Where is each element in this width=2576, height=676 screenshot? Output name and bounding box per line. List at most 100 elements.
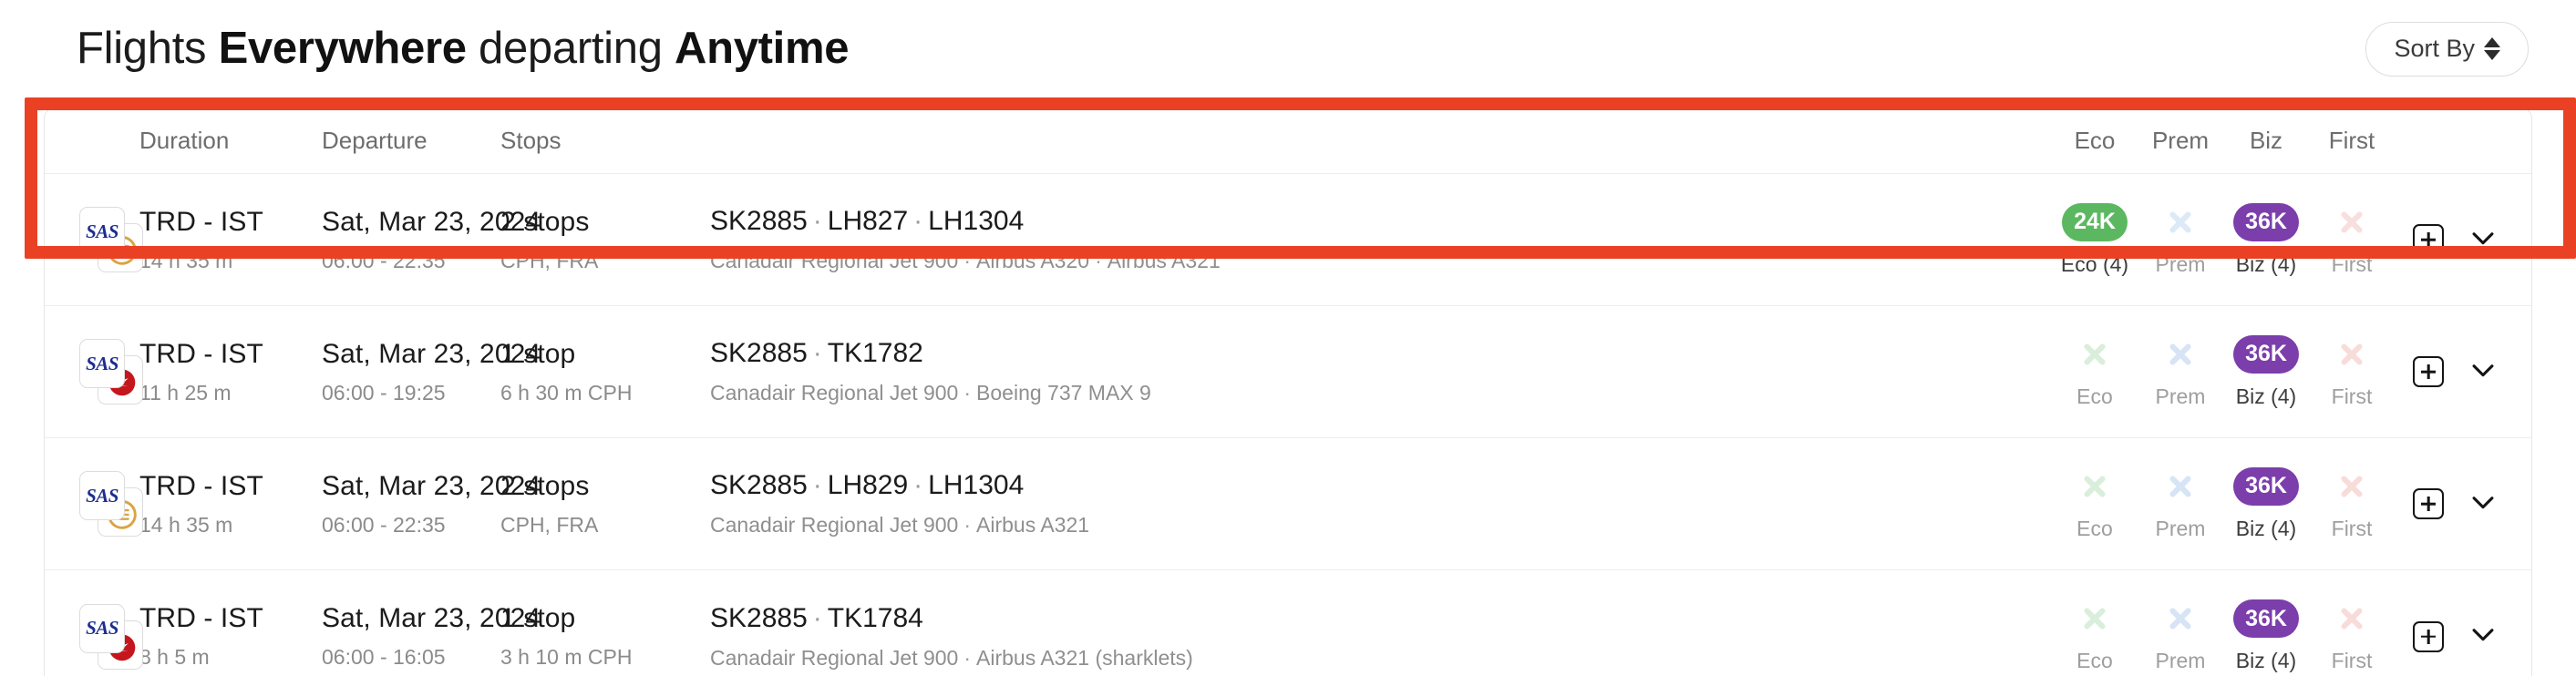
flight-number: SK2885 bbox=[710, 338, 808, 368]
airline-logos: SAS bbox=[45, 339, 143, 405]
sort-by-button[interactable]: Sort By bbox=[2365, 21, 2529, 77]
aircraft-type: Canadair Regional Jet 900 bbox=[710, 513, 959, 537]
cabin-eco[interactable]: 24K Eco (4) bbox=[2052, 202, 2138, 277]
chevron-down-icon[interactable] bbox=[2468, 487, 2499, 522]
cabin-label: First bbox=[2331, 251, 2373, 276]
flight-number: SK2885 bbox=[710, 602, 808, 633]
cabin-biz[interactable]: 36K Biz (4) bbox=[2223, 202, 2309, 277]
airline-logos: SAS bbox=[45, 207, 143, 272]
stops-count-cell: 2 stops CPH, FRA bbox=[500, 207, 710, 273]
header-first: First bbox=[2328, 127, 2375, 154]
stops-detail: CPH, FRA bbox=[500, 248, 599, 272]
table-row[interactable]: SAS TRD - IST 14 h 35 m Sat, Mar 23, 2024 06… bbox=[45, 438, 2531, 570]
cabin-unavailable-x-icon bbox=[2161, 203, 2200, 241]
cabin-group: Eco Prem 36K Biz (4) First bbox=[2052, 466, 2395, 541]
table-row[interactable]: SAS TRD - IST 14 h 35 m Sat, Mar 23, 2024 06… bbox=[45, 174, 2531, 306]
cabin-label: Biz (4) bbox=[2235, 516, 2297, 540]
cabin-price-badge[interactable]: 24K bbox=[2062, 202, 2128, 241]
flight-number: LH827 bbox=[827, 206, 909, 236]
plus-square-icon[interactable] bbox=[2413, 620, 2444, 652]
row-actions bbox=[2395, 487, 2531, 522]
plus-square-icon[interactable] bbox=[2413, 224, 2444, 255]
table-row[interactable]: SAS TRD - IST 8 h 5 m Sat, Mar 23, 2024 06:0… bbox=[45, 570, 2531, 676]
cabin-unavailable-x-icon bbox=[2076, 467, 2114, 506]
cabin-price-badge[interactable]: 36K bbox=[2233, 334, 2299, 374]
table-row[interactable]: SAS TRD - IST 11 h 25 m Sat, Mar 23, 2024 06… bbox=[45, 306, 2531, 438]
cabin-biz[interactable]: 36K Biz (4) bbox=[2223, 599, 2309, 673]
cabin-unavailable-x-icon bbox=[2333, 467, 2371, 506]
separator-dot: · bbox=[913, 470, 923, 500]
route-cell: TRD - IST 14 h 35 m bbox=[139, 471, 322, 538]
cabin-price-badge[interactable]: 36K bbox=[2233, 202, 2299, 241]
cabin-label: Prem bbox=[2155, 251, 2206, 276]
cabin-label: Biz (4) bbox=[2235, 251, 2297, 276]
separator-dot: · bbox=[812, 338, 822, 368]
departure-date: Sat, Mar 23, 2024 bbox=[322, 470, 541, 501]
aircraft-list: Canadair Regional Jet 900 · Airbus A321 (s… bbox=[710, 646, 2052, 671]
flight-number: SK2885 bbox=[710, 470, 808, 500]
aircraft-type: Boeing 737 MAX 9 bbox=[976, 381, 1151, 405]
cabin-price-badge[interactable]: 36K bbox=[2233, 599, 2299, 638]
stops-count: 2 stops bbox=[500, 470, 590, 501]
cabin-label: Eco bbox=[2076, 649, 2113, 672]
cabin-label: Prem bbox=[2155, 384, 2206, 408]
departure-date: Sat, Mar 23, 2024 bbox=[322, 338, 541, 369]
separator-dot: · bbox=[812, 206, 822, 236]
aircraft-type: Canadair Regional Jet 900 bbox=[710, 381, 959, 405]
stops-count: 1 stop bbox=[500, 338, 576, 369]
page-header: Flights Everywhere departing Anytime Sor… bbox=[0, 0, 2576, 97]
departure-times: 06:00 - 19:25 bbox=[322, 380, 446, 405]
stops-count-cell: 1 stop 6 h 30 m CPH bbox=[500, 339, 710, 405]
page-title-origin: Everywhere bbox=[218, 24, 467, 73]
plus-square-icon[interactable] bbox=[2413, 356, 2444, 387]
cabin-label: Biz (4) bbox=[2235, 384, 2297, 408]
sas-logo-icon: SAS bbox=[79, 471, 125, 520]
cabin-unavailable-x-icon bbox=[2161, 599, 2200, 638]
header-stops: Stops bbox=[500, 127, 562, 154]
stops-count: 2 stops bbox=[500, 206, 590, 237]
separator-dot: · bbox=[1095, 249, 1102, 272]
separator-dot: · bbox=[812, 470, 822, 500]
cabin-group: Eco Prem 36K Biz (4) First bbox=[2052, 334, 2395, 409]
separator-dot: · bbox=[963, 249, 972, 272]
flight-numbers: SK2885 · TK1784 bbox=[710, 603, 2052, 634]
duration: 8 h 5 m bbox=[139, 645, 210, 669]
chevron-down-icon[interactable] bbox=[2468, 354, 2499, 390]
flight-number: LH1304 bbox=[928, 470, 1025, 500]
cabin-biz[interactable]: 36K Biz (4) bbox=[2223, 334, 2309, 409]
row-actions bbox=[2395, 619, 2531, 654]
cabin-label: First bbox=[2331, 649, 2373, 672]
separator-dot: · bbox=[963, 513, 972, 537]
cabin-biz[interactable]: 36K Biz (4) bbox=[2223, 466, 2309, 541]
departure-date: Sat, Mar 23, 2024 bbox=[322, 603, 541, 633]
cabin-unavailable-x-icon bbox=[2161, 467, 2200, 506]
sort-by-label: Sort By bbox=[2394, 35, 2475, 62]
departure-times: 06:00 - 22:35 bbox=[322, 248, 446, 272]
cabin-price-badge[interactable]: 36K bbox=[2233, 466, 2299, 506]
header-prem: Prem bbox=[2151, 127, 2210, 154]
cabin-first: First bbox=[2309, 335, 2395, 409]
route-cell: TRD - IST 11 h 25 m bbox=[139, 339, 322, 405]
route-cell: TRD - IST 8 h 5 m bbox=[139, 603, 322, 670]
plus-square-icon[interactable] bbox=[2413, 488, 2444, 519]
chevron-down-icon[interactable] bbox=[2468, 222, 2499, 258]
aircraft-type: Canadair Regional Jet 900 bbox=[710, 645, 959, 670]
duration: 14 h 35 m bbox=[139, 512, 233, 537]
flight-numbers: SK2885 · LH829 · LH1304 bbox=[710, 470, 2052, 501]
flight-numbers: SK2885 · LH827 · LH1304 bbox=[710, 206, 2052, 237]
page-title: Flights Everywhere departing Anytime bbox=[77, 24, 850, 73]
flight-number: SK2885 bbox=[710, 206, 808, 236]
route: TRD - IST bbox=[139, 206, 263, 237]
header-cabin-group: Eco Prem Biz First bbox=[2052, 127, 2395, 155]
cabin-label: Prem bbox=[2155, 516, 2206, 540]
chevron-down-icon[interactable] bbox=[2468, 619, 2499, 654]
header-duration: Duration bbox=[139, 127, 230, 154]
cabin-unavailable-x-icon bbox=[2333, 203, 2371, 241]
cabin-unavailable-x-icon bbox=[2076, 599, 2114, 638]
flight-numbers-cell: SK2885 · TK1782 Canadair Regional Jet 900 · B… bbox=[710, 338, 2052, 405]
cabin-unavailable-x-icon bbox=[2333, 335, 2371, 374]
aircraft-type: Airbus A321 (sharklets) bbox=[976, 645, 1193, 670]
sas-logo-icon: SAS bbox=[79, 339, 125, 388]
departure-date-cell: Sat, Mar 23, 2024 06:00 - 22:35 bbox=[322, 470, 541, 538]
stops-count-cell: 2 stops CPH, FRA bbox=[500, 471, 710, 538]
